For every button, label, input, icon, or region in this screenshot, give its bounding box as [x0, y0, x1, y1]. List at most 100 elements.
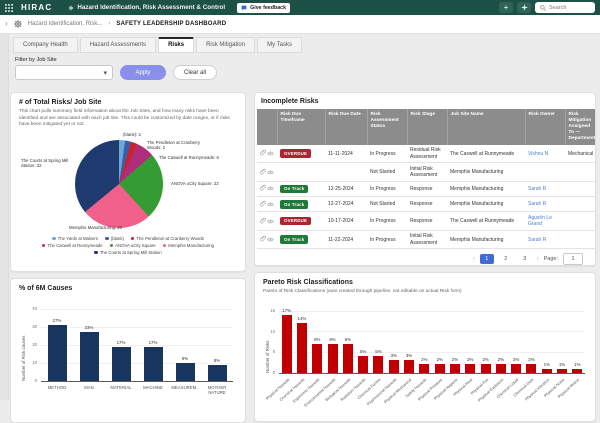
cell-department [565, 163, 595, 182]
table-row[interactable]: OVERDUE11-11-2024In ProgressResidual Ris… [257, 145, 595, 163]
panel-description: This chart pulls summary field informati… [19, 109, 237, 129]
page-number-input[interactable]: 1 [563, 253, 583, 265]
add-button[interactable]: + [499, 2, 513, 13]
bar[interactable] [328, 344, 338, 373]
page-prev-button[interactable]: ‹ [473, 256, 475, 262]
timeframe-badge: OVERDUE [280, 149, 311, 158]
cell-owner[interactable]: Vishnu N [525, 145, 565, 163]
attachment-icon [260, 168, 266, 175]
legend-label: (blank) [111, 236, 124, 241]
bar[interactable] [373, 356, 383, 373]
y-tick-label: 15 [263, 308, 275, 313]
bar[interactable] [282, 315, 292, 373]
legend-item: (blank) [105, 236, 124, 241]
row-actions[interactable] [257, 181, 277, 196]
table-row[interactable]: On Track12-25-2024In ProgressResponseMem… [257, 181, 595, 196]
bar[interactable] [404, 360, 414, 372]
bar-value-label: 17% [105, 340, 137, 345]
bar[interactable] [526, 364, 536, 372]
table-row[interactable]: On Track12-27-2024Not StartedResponseMem… [257, 197, 595, 212]
page-button-3[interactable]: 3 [518, 254, 532, 264]
app-brand[interactable]: HIRAC [21, 3, 52, 12]
sparkle-button[interactable] [517, 2, 531, 13]
row-actions[interactable] [257, 163, 277, 182]
cell-assessment-status: In Progress [367, 145, 407, 163]
sidebar-expand-icon[interactable]: › [5, 20, 8, 28]
bar[interactable] [208, 365, 227, 381]
cell-owner[interactable]: Sarah R [525, 181, 565, 196]
job-site-select[interactable]: ▾ [15, 65, 113, 80]
collapsed-sidebar[interactable] [0, 33, 9, 400]
chevron-down-icon: ▾ [103, 69, 107, 77]
cell-due-date: 12-25-2024 [325, 181, 367, 196]
legend-label: Memphis Manufacturing [168, 243, 214, 248]
tab-hazard-assessments[interactable]: Hazard Assessments [80, 37, 156, 53]
table-row[interactable]: OVERDUE10-17-2024In ProgressResponseThe … [257, 212, 595, 231]
bar[interactable] [48, 325, 67, 381]
column-header[interactable]: Risk Owner [525, 109, 565, 145]
table-row[interactable]: On Track11-22-2024In ProgressInitial Ris… [257, 230, 595, 249]
bar[interactable] [312, 344, 322, 373]
column-header[interactable]: Risk Stage [407, 109, 447, 145]
column-header[interactable]: Risk Assessment Status [367, 109, 407, 145]
page-next-button[interactable]: › [537, 256, 539, 262]
bar[interactable] [435, 364, 445, 372]
bar[interactable] [389, 360, 399, 372]
tab-risks[interactable]: Risks [158, 37, 194, 53]
search-input[interactable]: Search [535, 2, 595, 13]
row-actions[interactable] [257, 145, 277, 163]
row-actions[interactable] [257, 230, 277, 249]
give-feedback-button[interactable]: Give feedback [237, 3, 290, 13]
page-button-1[interactable]: 1 [480, 254, 494, 264]
page-label: Page: [544, 256, 558, 262]
clear-all-button[interactable]: Clear all [173, 65, 217, 80]
apps-grid-icon[interactable] [5, 4, 13, 12]
tab-company-health[interactable]: Company Health [13, 37, 78, 53]
column-header[interactable]: Risk Mitigation Assigned To — Department [565, 109, 595, 145]
bar-value-label: 8% [325, 337, 340, 342]
cell-owner[interactable]: Agustín Le Grand [525, 212, 565, 231]
gear-icon[interactable] [14, 20, 22, 28]
bar[interactable] [511, 364, 521, 372]
pie-disc[interactable] [75, 140, 163, 228]
bar[interactable] [176, 363, 195, 381]
tab-risk-mitigation[interactable]: Risk Mitigation [196, 37, 255, 53]
bar[interactable] [112, 347, 131, 381]
bar[interactable] [144, 347, 163, 381]
column-header[interactable]: Job Site Name [447, 109, 525, 145]
bar[interactable] [572, 369, 582, 373]
pie-legend: The Yards at Malvern(blank)The Pendleton… [38, 236, 218, 255]
apply-button[interactable]: Apply [120, 65, 166, 80]
bar[interactable] [297, 323, 307, 373]
cell-owner[interactable]: Sarah R [525, 230, 565, 249]
bar[interactable] [496, 364, 506, 372]
view-icon [267, 170, 274, 175]
legend-dot [131, 237, 135, 241]
column-header[interactable]: Risk Due Timeframe [277, 109, 325, 145]
breadcrumb-parent[interactable]: Hazard Identification, Risk... [28, 21, 103, 27]
bar-value-label: 8% [310, 337, 325, 342]
table-row[interactable]: Not StartedInitial Risk AssessmentMemphi… [257, 163, 595, 182]
legend-dot [105, 237, 109, 241]
tab-my-tasks[interactable]: My Tasks [257, 37, 302, 53]
bar[interactable] [557, 369, 567, 373]
breadcrumb-separator: › [108, 21, 110, 27]
bar[interactable] [450, 364, 460, 372]
bar-value-label: 5% [371, 349, 386, 354]
bar[interactable] [358, 356, 368, 373]
bar[interactable] [542, 369, 552, 373]
gridline [41, 345, 233, 346]
bar[interactable] [465, 364, 475, 372]
row-actions[interactable] [257, 212, 277, 231]
cell-owner [525, 163, 565, 182]
page-button-2[interactable]: 2 [499, 254, 513, 264]
bar[interactable] [481, 364, 491, 372]
column-header[interactable]: Risk Due Date [325, 109, 367, 145]
bar[interactable] [80, 332, 99, 381]
bar[interactable] [419, 364, 429, 372]
cell-stage: Residual Risk Assessment [407, 145, 447, 163]
bar[interactable] [343, 344, 353, 373]
x-axis-label: MATERIAL [105, 385, 137, 390]
cell-owner[interactable]: Sarah R [525, 197, 565, 212]
row-actions[interactable] [257, 197, 277, 212]
